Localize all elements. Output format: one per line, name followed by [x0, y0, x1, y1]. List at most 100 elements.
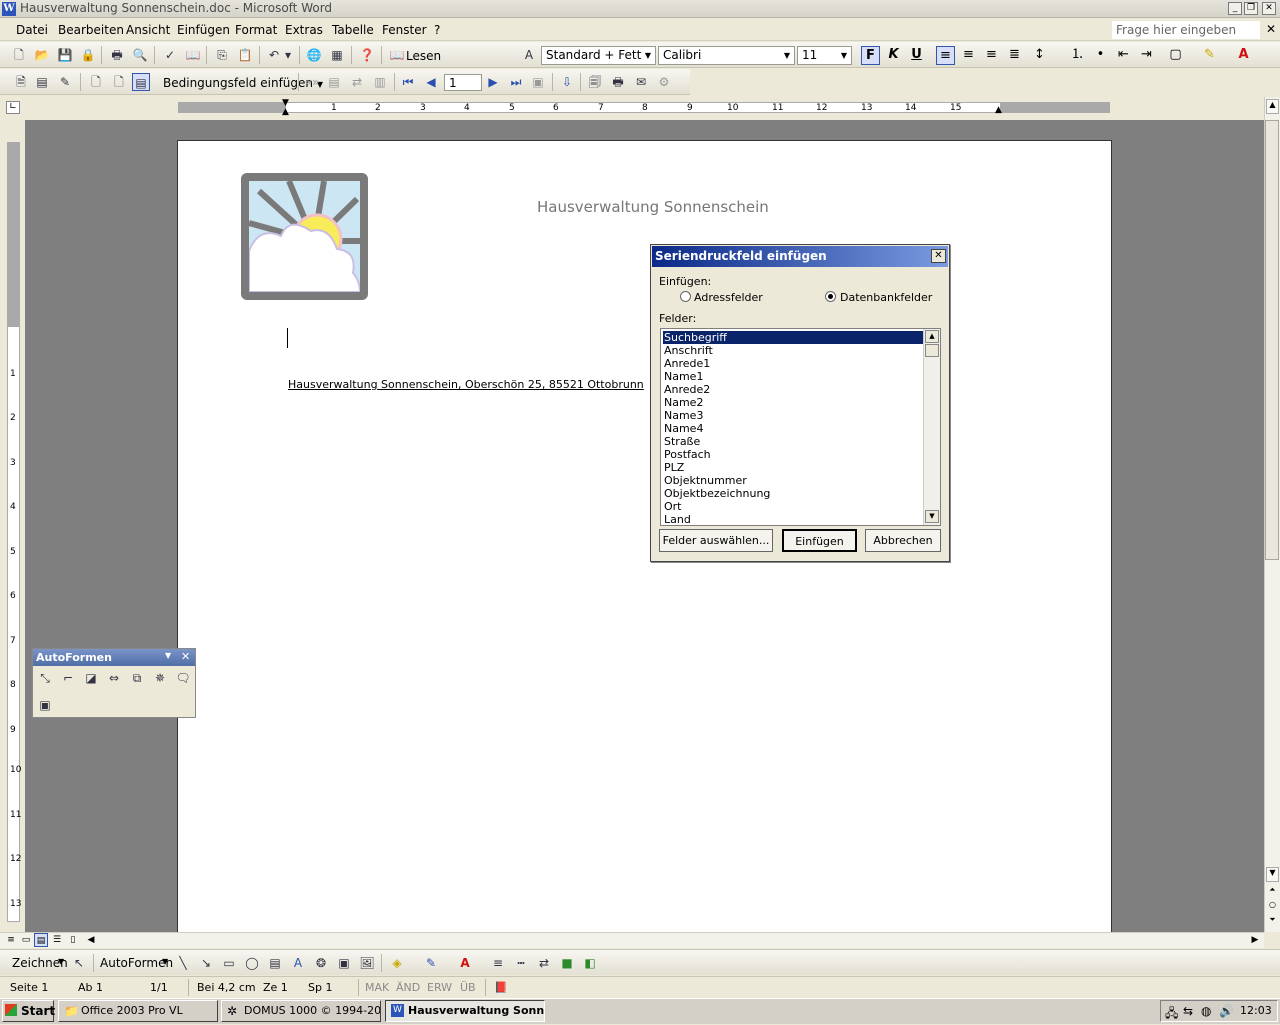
list-item[interactable]: Anschrift — [663, 344, 923, 357]
permission-icon[interactable]: 🔒 — [79, 46, 97, 64]
next-record-icon[interactable]: ▶ — [484, 73, 502, 91]
find-entry-icon[interactable]: ▣ — [529, 73, 547, 91]
list-item[interactable]: Ort — [663, 500, 923, 513]
menu-format[interactable]: Format — [235, 23, 277, 37]
hanging-indent-marker[interactable]: ▲ — [282, 108, 289, 117]
radio-database-label[interactable]: Datenbankfelder — [840, 291, 932, 304]
menu-ansicht[interactable]: Ansicht — [126, 23, 170, 37]
justify-icon[interactable]: ≣ — [1005, 46, 1024, 65]
insert-picture-icon[interactable]: 🖼 — [358, 954, 376, 972]
match-fields-icon[interactable]: ⇄ — [348, 73, 366, 91]
scroll-right-icon[interactable]: ▶ — [1248, 933, 1262, 947]
previous-page-icon[interactable]: ⏶ — [1266, 885, 1279, 898]
list-item[interactable]: PLZ — [663, 461, 923, 474]
scroll-left-icon[interactable]: ◀ — [84, 933, 98, 947]
spelling-icon[interactable]: ✓ — [161, 46, 179, 64]
scroll-down-icon[interactable]: ▼ — [1266, 867, 1279, 882]
dash-style-icon[interactable]: ┅ — [512, 954, 530, 972]
styles-icon[interactable]: A — [520, 46, 538, 64]
minimize-button[interactable]: _ — [1228, 2, 1242, 15]
merge-to-printer-icon[interactable]: 🖶 — [609, 73, 627, 91]
new-document-icon[interactable]: 🗋 — [10, 46, 28, 64]
list-scroll-thumb[interactable] — [925, 344, 939, 357]
fields-scrollbar[interactable]: ▲ ▼ — [923, 329, 940, 525]
bold-button[interactable]: F — [861, 46, 880, 65]
align-center-icon[interactable]: ≡ — [959, 46, 978, 65]
taskbar-item-domus[interactable]: DOMUS 1000 © 1994-20... — [221, 1000, 381, 1022]
help-icon[interactable]: ❓ — [358, 46, 376, 64]
lines-shapes-icon[interactable]: ⤡ — [36, 669, 54, 687]
vertical-scroll-thumb[interactable] — [1265, 120, 1279, 560]
list-item[interactable]: Land — [663, 513, 923, 525]
list-item[interactable]: Name4 — [663, 422, 923, 435]
dialog-title-bar[interactable]: Seriendruckfeld einfügen — [652, 246, 948, 267]
paste-icon[interactable]: 📋 — [236, 46, 254, 64]
tab-selector-icon[interactable]: ∟ — [6, 101, 20, 114]
textbox-icon[interactable]: ▤ — [266, 954, 284, 972]
menu-datei[interactable]: Datei — [16, 23, 48, 37]
right-indent-marker[interactable]: ▲ — [995, 106, 1002, 115]
recipients-icon[interactable]: ✎ — [56, 73, 74, 91]
view-merged-data-icon[interactable]: «» — [303, 73, 321, 91]
security-icon[interactable]: ◍ — [1201, 1004, 1211, 1018]
ask-question-input[interactable]: Frage hier eingeben — [1112, 21, 1260, 39]
scroll-down-icon[interactable]: ▼ — [925, 510, 939, 523]
read-mode-icon[interactable]: 📖 — [388, 46, 406, 64]
insert-address-block-icon[interactable]: 🗋 — [87, 73, 105, 91]
horizontal-scrollbar[interactable] — [0, 932, 1264, 948]
font-combo[interactable]: Calibri ▼ — [658, 46, 795, 65]
font-color-icon[interactable]: A — [1234, 46, 1253, 65]
arrow-icon[interactable]: ↘ — [197, 954, 215, 972]
align-right-icon[interactable]: ≡ — [982, 46, 1001, 65]
scroll-up-icon[interactable]: ▲ — [925, 330, 939, 343]
more-autoshapes-icon[interactable]: ▣ — [36, 696, 54, 714]
list-item[interactable]: Straße — [663, 435, 923, 448]
check-errors-icon[interactable]: ⇩ — [558, 73, 576, 91]
sync-icon[interactable]: ⇆ — [1183, 1004, 1193, 1018]
print-icon[interactable]: 🖶 — [108, 46, 126, 64]
print-preview-icon[interactable]: 🔍 — [131, 46, 149, 64]
merge-to-email-icon[interactable]: ✉ — [632, 73, 650, 91]
fields-listbox[interactable]: Suchbegriff Anschrift Anrede1 Name1 Anre… — [660, 328, 941, 526]
stars-banners-icon[interactable]: ✵ — [151, 669, 169, 687]
highlight-icon[interactable]: ✎ — [1200, 46, 1219, 65]
basic-shapes-icon[interactable]: ◪ — [82, 669, 100, 687]
read-mode-button[interactable]: Lesen — [406, 49, 441, 63]
menu-einfuegen[interactable]: Einfügen — [177, 23, 230, 37]
connectors-icon[interactable]: ⌐ — [59, 669, 77, 687]
volume-icon[interactable]: 🔊 — [1219, 1004, 1234, 1018]
close-button[interactable]: ✕ — [1262, 2, 1276, 15]
close-icon[interactable]: ✕ — [181, 650, 190, 663]
radio-database-fields[interactable] — [825, 291, 836, 302]
oval-icon[interactable]: ◯ — [243, 954, 261, 972]
underline-button[interactable]: U — [907, 46, 926, 65]
document-close-icon[interactable]: ✕ — [1266, 22, 1276, 36]
web-layout-icon[interactable]: ▭ — [19, 933, 33, 947]
highlight-fields-icon[interactable]: ▤ — [325, 73, 343, 91]
list-item[interactable]: Name2 — [663, 396, 923, 409]
fill-color-icon[interactable]: ◈ — [388, 954, 406, 972]
list-item[interactable]: Name3 — [663, 409, 923, 422]
horizontal-ruler[interactable]: 2 1 1 2 3 4 5 6 7 8 9 10 11 12 13 14 15 … — [178, 102, 1110, 113]
status-macro-record[interactable]: MAK — [365, 981, 389, 994]
3d-style-icon[interactable]: ◧ — [581, 954, 599, 972]
spelling-status-icon[interactable]: 📕 — [494, 981, 508, 994]
restore-button[interactable]: ❐ — [1244, 2, 1258, 15]
status-extend[interactable]: ERW — [427, 981, 452, 994]
insert-greeting-icon[interactable]: 🗋 — [110, 73, 128, 91]
menu-help[interactable]: ? — [434, 23, 440, 37]
radio-address-label[interactable]: Adressfelder — [694, 291, 763, 304]
taskbar-item-office[interactable]: Office 2003 Pro VL — [58, 1000, 218, 1022]
diagram-icon[interactable]: ❂ — [312, 954, 330, 972]
network-icon[interactable]: 🖧 — [1165, 1004, 1178, 1025]
record-number-input[interactable]: 1 — [444, 74, 482, 91]
list-item[interactable]: Objektnummer — [663, 474, 923, 487]
next-page-icon[interactable]: ⏷ — [1266, 915, 1279, 928]
toolbar-options-icon[interactable]: ▼ — [165, 651, 171, 660]
menu-bearbeiten[interactable]: Bearbeiten — [58, 23, 124, 37]
line-icon[interactable]: ╲ — [174, 954, 192, 972]
last-record-icon[interactable]: ⏭ — [507, 73, 525, 91]
scroll-up-icon[interactable]: ▲ — [1266, 99, 1279, 114]
style-combo[interactable]: Standard + Fett ▼ — [541, 46, 656, 65]
font-color-icon[interactable]: A — [456, 954, 474, 972]
